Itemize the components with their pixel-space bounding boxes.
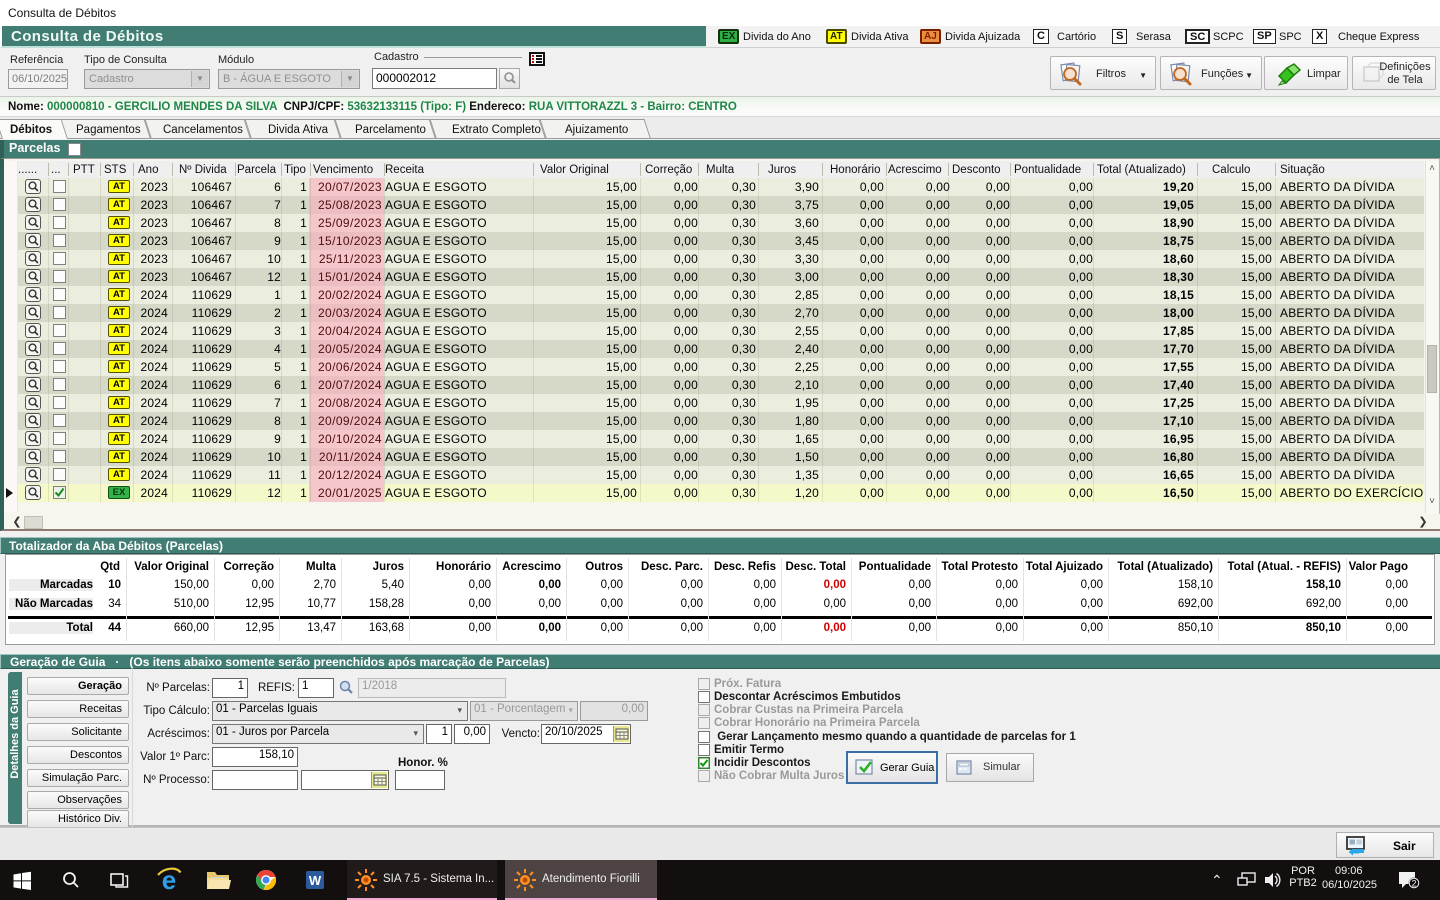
svg-text:W: W xyxy=(309,873,322,888)
svg-text:2: 2 xyxy=(1411,879,1416,889)
